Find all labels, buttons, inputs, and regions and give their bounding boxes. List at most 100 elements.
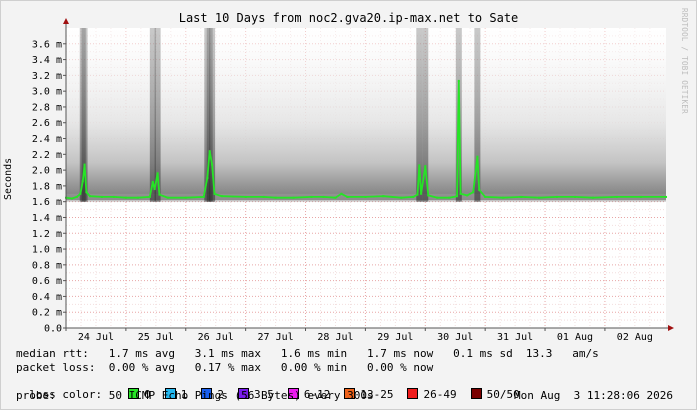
median-point <box>220 195 223 198</box>
x-tick-label: 28 Jul <box>317 332 353 343</box>
loss-color-swatch <box>407 388 419 399</box>
median-point <box>148 195 151 198</box>
y-axis-arrow <box>63 18 69 24</box>
median-point <box>79 192 82 195</box>
median-point <box>412 195 415 198</box>
y-tick-label: 3.0 m <box>32 87 62 98</box>
x-tick-label: 26 Jul <box>198 332 234 343</box>
y-tick-label: 1.4 m <box>32 213 62 224</box>
median-point <box>418 164 421 167</box>
y-tick-label: 2.8 m <box>32 102 62 113</box>
median-point <box>244 195 247 198</box>
median-point <box>310 195 313 198</box>
y-tick-label: 1.8 m <box>32 181 62 192</box>
median-point <box>213 192 216 195</box>
x-tick-label: 31 Jul <box>497 332 533 343</box>
median-point <box>334 196 337 199</box>
median-point <box>665 195 667 198</box>
plot-area: 0.0 0.2 m 0.4 m 0.6 m 0.8 m 1.0 m 1.2 m 1.4 m 1.… <box>32 18 674 343</box>
median-point <box>85 191 88 194</box>
median-point <box>322 195 325 198</box>
median-point <box>75 195 78 198</box>
x-tick-label: 29 Jul <box>377 332 413 343</box>
median-point <box>156 172 159 175</box>
median-point <box>184 196 187 199</box>
y-tick-label: 1.0 m <box>32 245 62 256</box>
probe-line: probe: 50 ICMP Echo Pings (56 Bytes) eve… <box>16 389 374 402</box>
median-point <box>478 188 481 191</box>
median-point <box>364 195 367 198</box>
x-tick-label: 30 Jul <box>437 332 473 343</box>
median-point <box>124 196 127 199</box>
median-point <box>81 180 84 183</box>
median-point <box>476 155 479 158</box>
loss-color-swatch-label: 26-49 <box>423 388 457 401</box>
median-point <box>424 165 427 168</box>
median-point <box>136 196 139 199</box>
x-tick-labels: 24 Jul 25 Jul 26 Jul 27 Jul 28 Jul 29 Jul 30 J… <box>78 332 653 343</box>
y-tick-label: 2.2 m <box>32 150 62 161</box>
y-tick-label: 3.2 m <box>32 71 62 82</box>
median-point <box>400 196 403 199</box>
y-tick-label: 3.4 m <box>32 55 62 66</box>
y-tick-label: 2.0 m <box>32 166 62 177</box>
median-point <box>202 195 205 198</box>
median-point <box>472 191 475 194</box>
median-point <box>427 194 430 197</box>
median-point <box>153 188 156 191</box>
median-point <box>436 196 439 199</box>
median-point <box>151 180 154 183</box>
y-tick-label: 0.8 m <box>32 260 62 271</box>
median-point <box>346 195 349 198</box>
median-point <box>466 194 469 197</box>
x-axis-arrow <box>668 325 674 331</box>
median-point <box>615 195 618 198</box>
median-point <box>100 195 103 198</box>
median-point <box>88 195 91 198</box>
median-point <box>556 195 559 198</box>
median-point <box>459 192 462 195</box>
loss-color-swatch <box>470 388 482 399</box>
loss-color-item: 26-49 <box>407 388 457 401</box>
median-point <box>520 195 523 198</box>
x-tick-label: 24 Jul <box>78 332 114 343</box>
packet-loss-line: packet loss: 0.00 % avg 0.17 % max 0.00 … <box>16 361 434 374</box>
loss-color-item: 50/50 <box>470 388 520 401</box>
smoke-band <box>66 28 666 202</box>
median-point <box>158 193 161 196</box>
median-point <box>166 196 169 199</box>
median-point <box>456 195 459 198</box>
median-point <box>416 193 419 196</box>
median-point <box>292 196 295 199</box>
median-point <box>457 79 460 82</box>
median-point <box>382 195 385 198</box>
x-tick-label: 27 Jul <box>258 332 294 343</box>
median-point <box>502 196 505 199</box>
x-tick-label: 02 Aug <box>617 332 653 343</box>
median-point <box>206 177 209 179</box>
y-tick-label: 2.4 m <box>32 134 62 145</box>
median-point <box>112 195 115 198</box>
y-tick-label: 1.2 m <box>32 229 62 240</box>
median-point <box>573 195 576 198</box>
median-point <box>420 192 423 195</box>
median-point <box>484 195 487 198</box>
median-point <box>340 192 343 195</box>
y-tick-label: 0.4 m <box>32 292 62 303</box>
timestamp: Mon Aug 3 11:28:06 2026 <box>514 389 673 402</box>
x-tick-label: 01 Aug <box>557 332 593 343</box>
median-point <box>448 196 451 199</box>
median-point <box>211 163 214 166</box>
median-point <box>538 196 541 199</box>
median-point <box>262 195 265 198</box>
x-tick-label: 25 Jul <box>138 332 174 343</box>
y-tick-labels: 0.0 0.2 m 0.4 m 0.6 m 0.8 m 1.0 m 1.2 m 1.4 m 1.… <box>32 39 62 334</box>
median-point <box>70 197 73 200</box>
median-point <box>208 150 211 153</box>
median-point <box>591 196 594 199</box>
y-tick-label: 0.0 <box>44 324 62 335</box>
median-point <box>83 163 86 166</box>
y-tick-label: 1.6 m <box>32 197 62 208</box>
median-rtt-line: median rtt: 1.7 ms avg 3.1 ms max 1.6 ms… <box>16 347 599 360</box>
y-tick-label: 0.2 m <box>32 308 62 319</box>
